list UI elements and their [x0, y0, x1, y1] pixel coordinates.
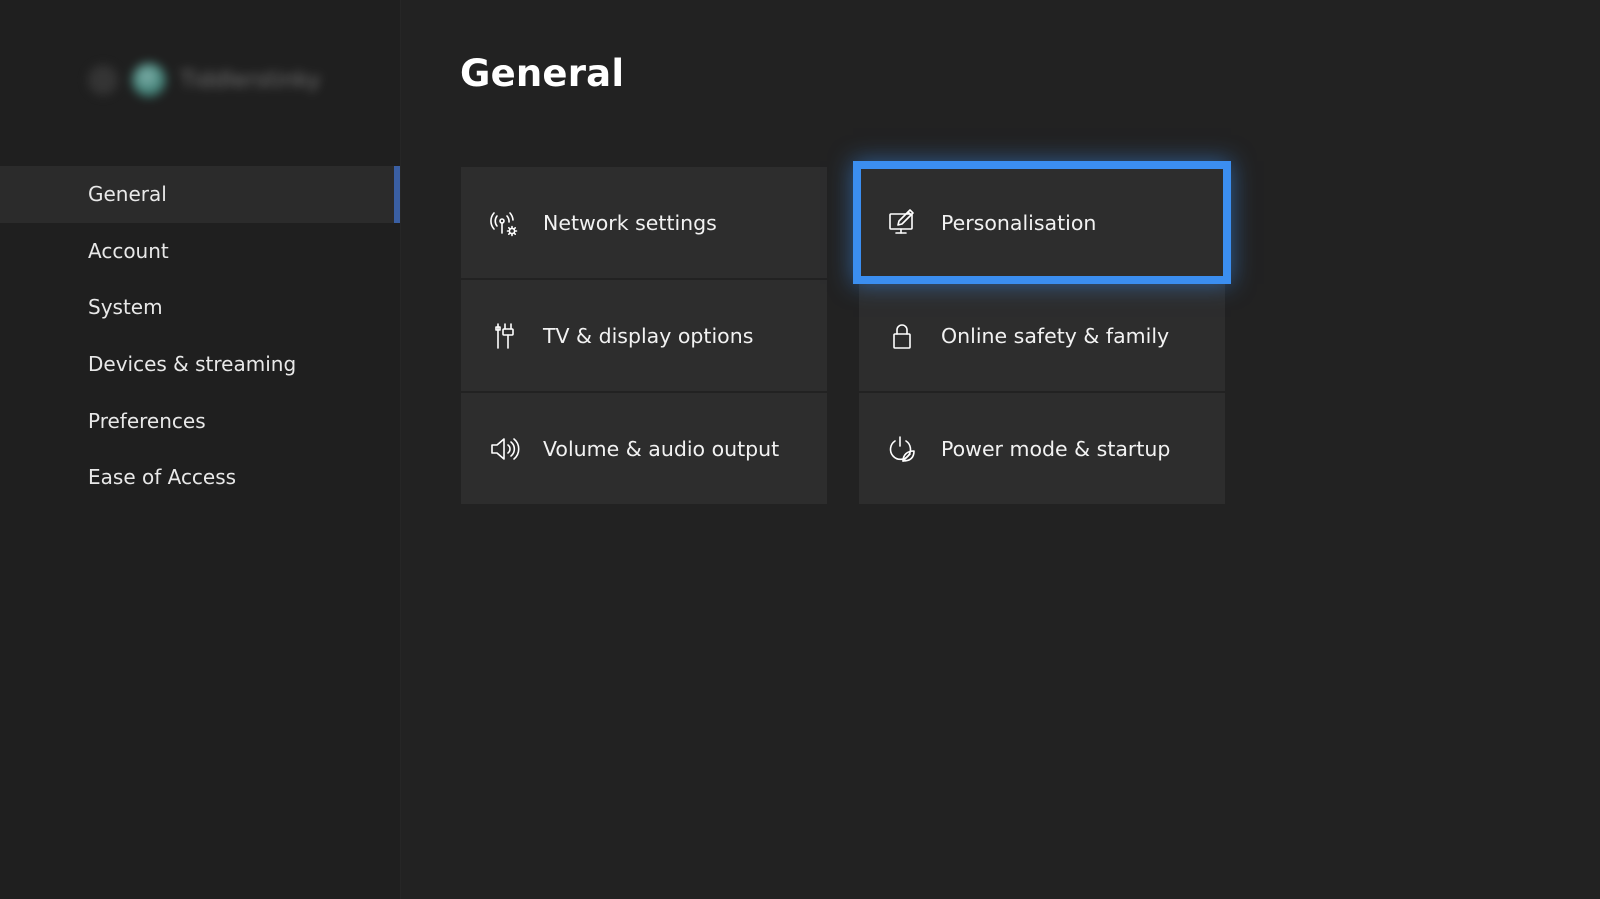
- gamertag: Tiddlerstinky: [180, 67, 321, 93]
- tile-label: Power mode & startup: [941, 436, 1171, 461]
- nav-item-account[interactable]: Account: [0, 223, 400, 280]
- tile-power-mode-startup[interactable]: Power mode & startup: [859, 393, 1225, 504]
- speaker-icon: [487, 432, 521, 466]
- avatar: [132, 63, 166, 97]
- tile-tv-display-options[interactable]: TV & display options: [461, 280, 827, 391]
- settings-page: Tiddlerstinky General Account System Dev…: [0, 0, 1600, 899]
- tile-label: Online safety & family: [941, 323, 1170, 348]
- tile-label: TV & display options: [543, 323, 754, 348]
- tv-display-icon: [487, 319, 521, 353]
- page-title: General: [460, 52, 625, 95]
- settings-tile-grid: Network settings Personalisation TV & di…: [461, 161, 1231, 504]
- tile-label: Network settings: [543, 210, 717, 235]
- power-leaf-icon: [885, 432, 919, 466]
- settings-nav: General Account System Devices & streami…: [0, 166, 400, 506]
- settings-sidebar: Tiddlerstinky General Account System Dev…: [0, 0, 401, 899]
- tile-network-settings[interactable]: Network settings: [461, 167, 827, 278]
- nav-item-label: Preferences: [88, 408, 206, 433]
- nav-item-system[interactable]: System: [0, 279, 400, 336]
- nav-item-label: Ease of Access: [88, 465, 237, 490]
- gamer-card[interactable]: Tiddlerstinky: [88, 62, 321, 98]
- tile-personalisation[interactable]: Personalisation: [853, 161, 1231, 284]
- nav-item-label: Devices & streaming: [88, 352, 297, 377]
- tile-volume-audio-output[interactable]: Volume & audio output: [461, 393, 827, 504]
- nav-item-label: General: [88, 182, 167, 207]
- personalisation-icon: [885, 206, 919, 240]
- network-settings-icon: [487, 206, 521, 240]
- tile-label: Personalisation: [941, 210, 1097, 235]
- nav-item-label: Account: [88, 238, 169, 263]
- tile-label: Volume & audio output: [543, 436, 780, 461]
- lock-icon: [885, 319, 919, 353]
- tile-online-safety-family[interactable]: Online safety & family: [859, 280, 1225, 391]
- nav-item-ease-of-access[interactable]: Ease of Access: [0, 449, 400, 506]
- nav-item-devices-streaming[interactable]: Devices & streaming: [0, 336, 400, 393]
- nav-item-label: System: [88, 295, 163, 320]
- nav-item-general[interactable]: General: [0, 166, 400, 223]
- nav-item-preferences[interactable]: Preferences: [0, 392, 400, 449]
- notification-dot-icon: [88, 65, 118, 95]
